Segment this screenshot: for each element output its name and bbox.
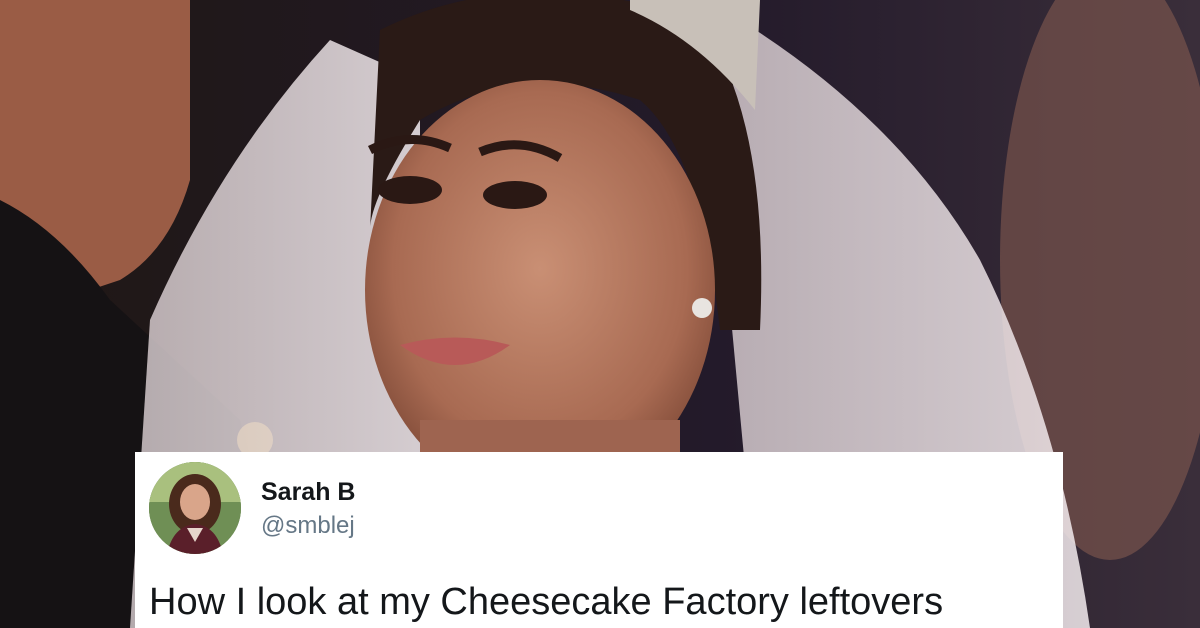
tweet-card: Sarah B @smblej How I look at my Cheesec…: [135, 452, 1063, 628]
avatar-photo-icon: [149, 462, 241, 554]
user-avatar[interactable]: [149, 462, 241, 554]
user-handle[interactable]: @smblej: [261, 512, 355, 540]
tweet-text: How I look at my Cheesecake Factory left…: [149, 581, 944, 623]
display-name[interactable]: Sarah B: [261, 478, 355, 507]
